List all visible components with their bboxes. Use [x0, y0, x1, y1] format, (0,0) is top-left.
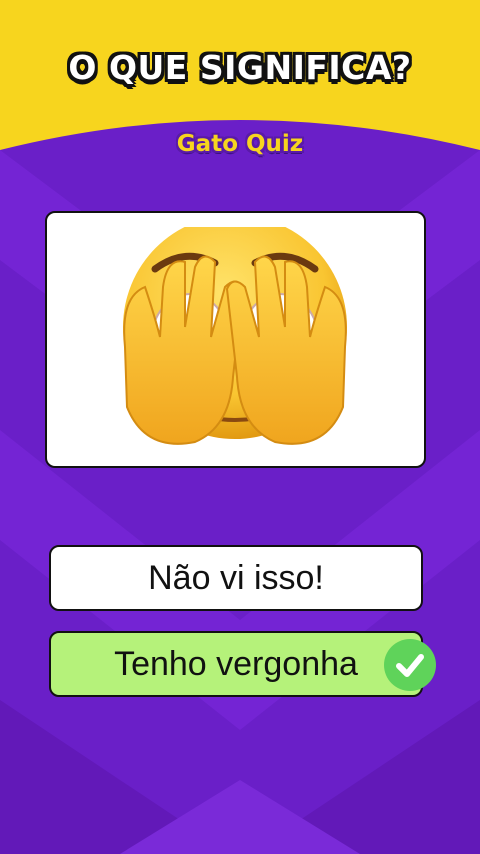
answer-option-2[interactable]: Tenho vergonha: [49, 631, 423, 697]
face-with-hands-over-eyes-icon: [123, 227, 347, 445]
page-title: O QUE SIGNIFICA?: [68, 48, 412, 87]
question-image-card: [45, 211, 426, 468]
answer-option-1[interactable]: Não vi isso!: [49, 545, 423, 611]
brand-logo: Gato Quiz: [176, 131, 304, 157]
answer-option-1-label: Não vi isso!: [148, 558, 324, 597]
answer-option-2-label: Tenho vergonha: [114, 644, 358, 683]
checkmark-icon: [384, 639, 436, 691]
